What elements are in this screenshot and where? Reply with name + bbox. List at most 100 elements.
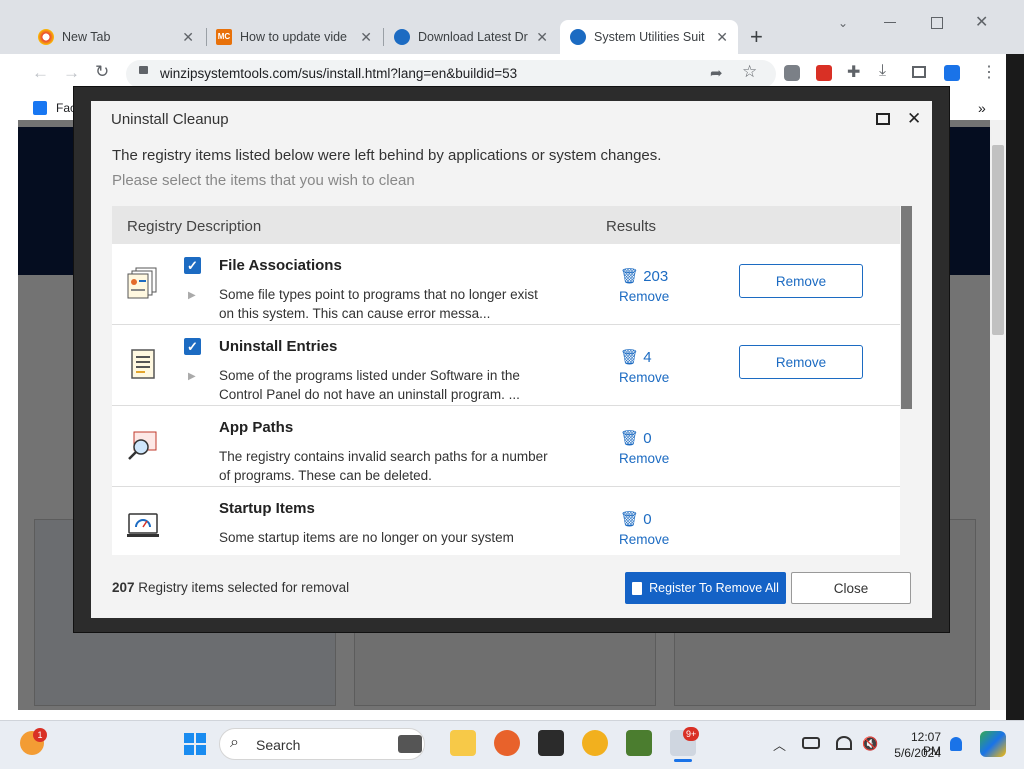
app-paths-icon [128, 431, 157, 460]
camera-icon [398, 735, 422, 753]
list-item: ✓ ▶ File Associations Some file types po… [112, 244, 901, 325]
expand-caret-icon[interactable]: ▶ [188, 290, 196, 301]
register-remove-all-button[interactable]: Register To Remove All [625, 572, 786, 604]
new-tab-button[interactable]: + [750, 24, 763, 50]
row-title: File Associations [219, 257, 342, 274]
share-icon[interactable]: ➦ [710, 64, 723, 82]
browser-app-icon[interactable] [582, 730, 608, 756]
close-icon[interactable]: ✕ [182, 29, 194, 46]
row-description: Some startup items are no longer on your… [219, 530, 514, 545]
dialog-close-icon[interactable]: ✕ [907, 109, 921, 129]
notification-badge: 1 [33, 728, 47, 742]
trash-icon: 🗑 [620, 349, 640, 366]
remove-link[interactable]: Remove [619, 370, 669, 385]
remove-link[interactable]: Remove [619, 451, 669, 466]
maximize-icon[interactable] [931, 17, 943, 29]
search-placeholder[interactable]: Search [256, 737, 300, 753]
facebook-icon [33, 101, 47, 115]
list-scrollbar-thumb[interactable] [901, 206, 912, 409]
selection-summary: 207 Registry items selected for removal [112, 580, 349, 595]
tab-download-drivers[interactable]: Download Latest Dr ✕ [384, 20, 558, 54]
trash-icon: 🗑 [620, 268, 640, 285]
download-icon[interactable]: ⤓ [879, 62, 886, 80]
show-hidden-icons[interactable]: ︿ [773, 735, 786, 754]
terminal-icon[interactable] [538, 730, 564, 756]
file-associations-icon [127, 267, 157, 299]
expand-caret-icon[interactable]: ▶ [188, 371, 196, 382]
file-explorer-icon[interactable] [450, 730, 476, 756]
url-text[interactable]: winzipsystemtools.com/sus/install.html?l… [160, 66, 517, 81]
window-close-icon[interactable]: ✕ [975, 12, 988, 32]
lock-icon[interactable] [139, 66, 148, 74]
side-panel-icon[interactable] [912, 66, 926, 78]
bookmarks-more[interactable]: » [978, 100, 986, 116]
dialog-subtitle: The registry items listed below were lef… [112, 147, 662, 164]
extensions-puzzle-icon[interactable]: ✚ [847, 62, 860, 82]
selected-text: Registry items selected for removal [138, 580, 350, 595]
network-icon[interactable] [802, 737, 820, 749]
winzip-favicon-icon [394, 29, 410, 45]
mc-favicon-icon: MC [216, 29, 232, 45]
list-item: App Paths The registry contains invalid … [112, 406, 901, 487]
bookmark-star-icon[interactable]: ☆ [742, 62, 757, 82]
notification-bell-icon[interactable] [950, 737, 962, 751]
tab-label: How to update vide [240, 30, 348, 44]
taskbar-search[interactable] [219, 728, 425, 760]
active-app-indicator [674, 759, 692, 762]
page-scrollbar-thumb[interactable] [992, 145, 1004, 335]
tab-system-utilities[interactable]: System Utilities Suit ✕ [560, 20, 738, 54]
result-count-value: 0 [643, 430, 652, 447]
list-item: Startup Items Some startup items are no … [112, 487, 901, 555]
volume-icon[interactable]: 🔇 [862, 736, 878, 752]
startup-items-icon [127, 513, 159, 537]
column-header-results: Results [606, 218, 657, 235]
row-description: The registry contains invalid search pat… [219, 449, 548, 483]
row-title: Startup Items [219, 500, 315, 517]
shield-icon[interactable] [944, 65, 960, 81]
uninstall-entries-icon [131, 349, 155, 379]
close-icon[interactable]: ✕ [360, 29, 372, 46]
reload-icon[interactable]: ↻ [95, 62, 109, 82]
tab-label: System Utilities Suit [594, 30, 705, 44]
extension-icon[interactable] [784, 65, 800, 81]
trash-icon: 🗑 [620, 511, 640, 528]
result-count-value: 4 [643, 349, 652, 366]
adblock-icon[interactable] [816, 65, 832, 81]
uninstall-entries-checkbox[interactable]: ✓ [184, 338, 201, 355]
copilot-icon[interactable] [980, 731, 1006, 757]
remove-link[interactable]: Remove [619, 532, 669, 547]
remove-link[interactable]: Remove [619, 289, 669, 304]
tab-search-chevron-icon[interactable]: ⌄ [838, 16, 848, 30]
result-count-value: 0 [643, 511, 652, 528]
minimize-icon[interactable] [884, 22, 896, 23]
tab-label: New Tab [62, 30, 111, 44]
windows-start-icon[interactable] [183, 732, 207, 756]
wifi-icon[interactable] [836, 736, 852, 750]
tab-how-to-update[interactable]: MC How to update vide ✕ [206, 20, 382, 54]
back-arrow-icon[interactable]: ← [32, 63, 49, 83]
result-count: 🗑 4 [620, 348, 652, 366]
trash-icon [632, 581, 643, 595]
remove-button[interactable]: Remove [739, 264, 863, 298]
restore-window-icon[interactable] [876, 113, 890, 125]
close-icon[interactable]: ✕ [536, 29, 548, 46]
app-badge: 9+ [683, 727, 700, 741]
registry-list: ✓ ▶ File Associations Some file types po… [112, 244, 901, 555]
row-description: Some file types point to programs that n… [219, 287, 538, 321]
tab-label: Download Latest Dr [418, 30, 528, 44]
clock-date[interactable]: 5/6/2024 [891, 746, 941, 760]
chrome-icon [38, 29, 54, 45]
primary-button-label: Register To Remove All [649, 581, 779, 595]
close-icon[interactable]: ✕ [716, 29, 728, 46]
result-count: 🗑 0 [620, 510, 652, 528]
tab-new-tab[interactable]: New Tab ✕ [28, 20, 204, 54]
firefox-icon[interactable] [494, 730, 520, 756]
result-count: 🗑 0 [620, 429, 652, 447]
remove-button[interactable]: Remove [739, 345, 863, 379]
close-button[interactable]: Close [791, 572, 911, 604]
forward-arrow-icon[interactable]: → [63, 63, 80, 83]
more-menu-icon[interactable]: ⋮ [981, 62, 997, 82]
file-associations-checkbox[interactable]: ✓ [184, 257, 201, 274]
dialog-instruction: Please select the items that you wish to… [112, 172, 415, 189]
minecraft-icon[interactable] [626, 730, 652, 756]
